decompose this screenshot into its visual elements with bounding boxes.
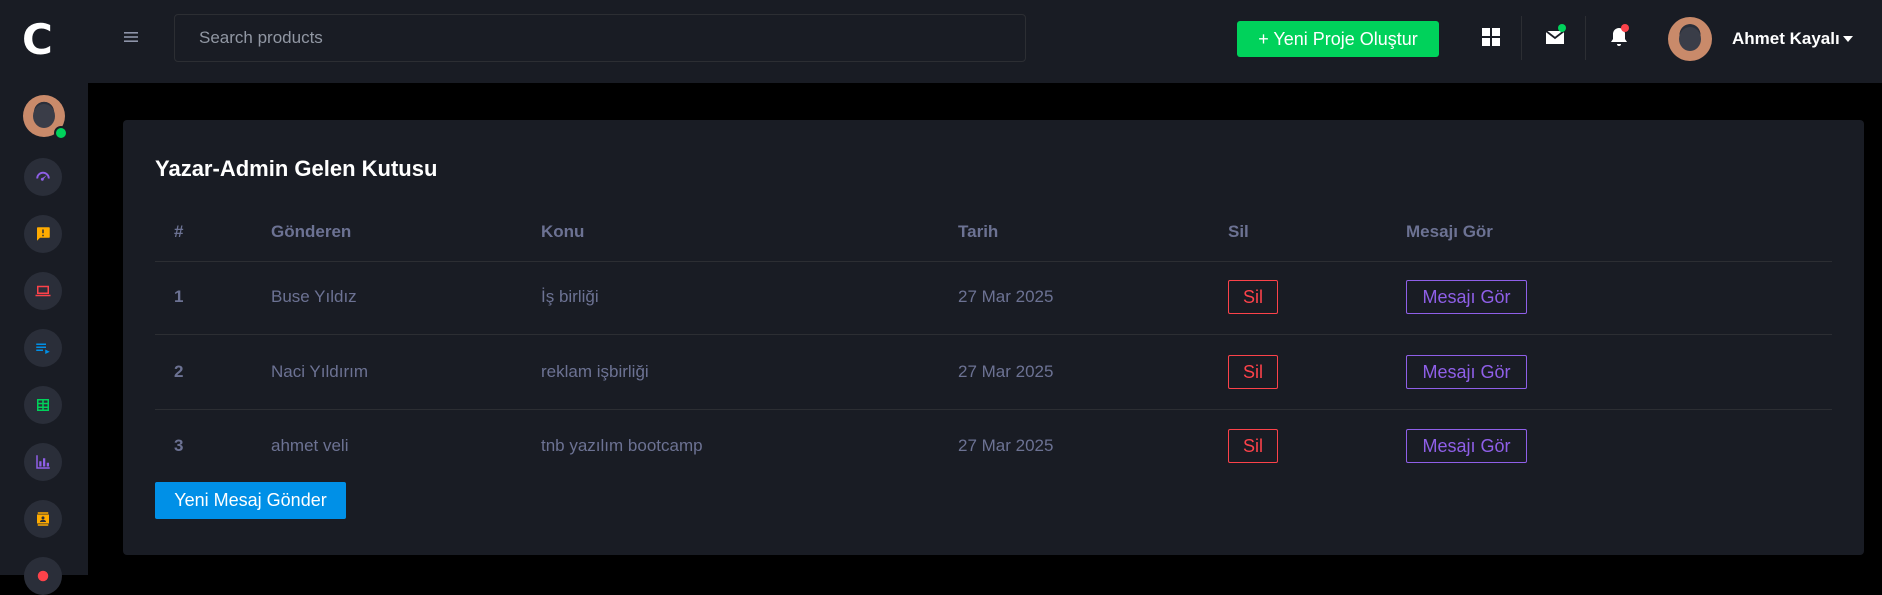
bell-notification-dot <box>1621 24 1629 32</box>
row-date: 27 Mar 2025 <box>958 362 1054 381</box>
column-header-delete: Sil <box>1228 222 1249 241</box>
playlist-icon <box>36 343 50 354</box>
sidebar-avatar[interactable] <box>23 95 68 140</box>
view-message-button[interactable]: Mesajı Gör <box>1406 280 1527 314</box>
row-sender: Naci Yıldırım <box>271 362 368 381</box>
row-date: 27 Mar 2025 <box>958 287 1054 306</box>
topbar: Search products + Yeni Proje Oluştur Ahm… <box>88 0 1882 83</box>
contacts-icon <box>37 512 49 526</box>
row-number: 2 <box>174 362 184 381</box>
chevron-down-icon[interactable] <box>1843 35 1853 43</box>
circle-icon <box>37 570 49 582</box>
sidebar-item-dashboard[interactable] <box>24 158 62 196</box>
column-header-date: Tarih <box>958 222 999 241</box>
delete-button[interactable]: Sil <box>1228 429 1278 463</box>
sidebar-item-charts[interactable] <box>24 443 62 481</box>
column-header-subject: Konu <box>541 222 585 241</box>
row-number: 3 <box>174 436 184 455</box>
sidebar-item-table[interactable] <box>24 386 62 424</box>
inbox-card: Yazar-Admin Gelen Kutusu # Gönderen Konu… <box>123 120 1864 555</box>
card-title: Yazar-Admin Gelen Kutusu <box>155 156 438 181</box>
chart-bar-icon <box>36 455 50 469</box>
column-header-number: # <box>174 222 184 241</box>
feedback-icon <box>37 227 50 241</box>
row-subject: tnb yazılım bootcamp <box>541 436 703 455</box>
sidebar: C <box>0 0 88 595</box>
row-subject: İş birliği <box>541 287 599 306</box>
row-subject: reklam işbirliği <box>541 362 649 381</box>
menu-icon[interactable] <box>122 28 140 46</box>
delete-button[interactable]: Sil <box>1228 280 1278 314</box>
user-name[interactable]: Ahmet Kayalı <box>1732 29 1840 49</box>
search-input[interactable]: Search products <box>174 14 1026 62</box>
sidebar-item-playlist[interactable] <box>24 329 62 367</box>
sidebar-item-contacts[interactable] <box>24 500 62 538</box>
delete-button[interactable]: Sil <box>1228 355 1278 389</box>
app-logo[interactable]: C <box>22 18 58 62</box>
row-number: 1 <box>174 287 184 306</box>
view-message-button[interactable]: Mesajı Gör <box>1406 429 1527 463</box>
speedometer-icon <box>36 171 50 181</box>
row-divider <box>155 334 1832 335</box>
row-divider <box>155 409 1832 410</box>
divider <box>1585 16 1586 60</box>
user-avatar[interactable] <box>1668 17 1712 61</box>
laptop-icon <box>35 285 51 297</box>
mail-notification-dot <box>1558 24 1566 32</box>
online-status-dot <box>54 126 68 140</box>
grid-icon[interactable] <box>1480 26 1502 48</box>
create-project-button[interactable]: + Yeni Proje Oluştur <box>1237 21 1439 57</box>
sidebar-item-feedback[interactable] <box>24 215 62 253</box>
divider <box>1521 16 1522 60</box>
new-message-button[interactable]: Yeni Mesaj Gönder <box>155 482 346 519</box>
row-date: 27 Mar 2025 <box>958 436 1054 455</box>
view-message-button[interactable]: Mesajı Gör <box>1406 355 1527 389</box>
row-sender: Buse Yıldız <box>271 287 357 306</box>
row-divider <box>155 261 1832 262</box>
table-icon <box>37 399 49 411</box>
column-header-sender: Gönderen <box>271 222 352 241</box>
sidebar-item-more[interactable] <box>24 557 62 595</box>
column-header-view: Mesajı Gör <box>1406 222 1493 241</box>
sidebar-item-laptop[interactable] <box>24 272 62 310</box>
row-sender: ahmet veli <box>271 436 349 455</box>
